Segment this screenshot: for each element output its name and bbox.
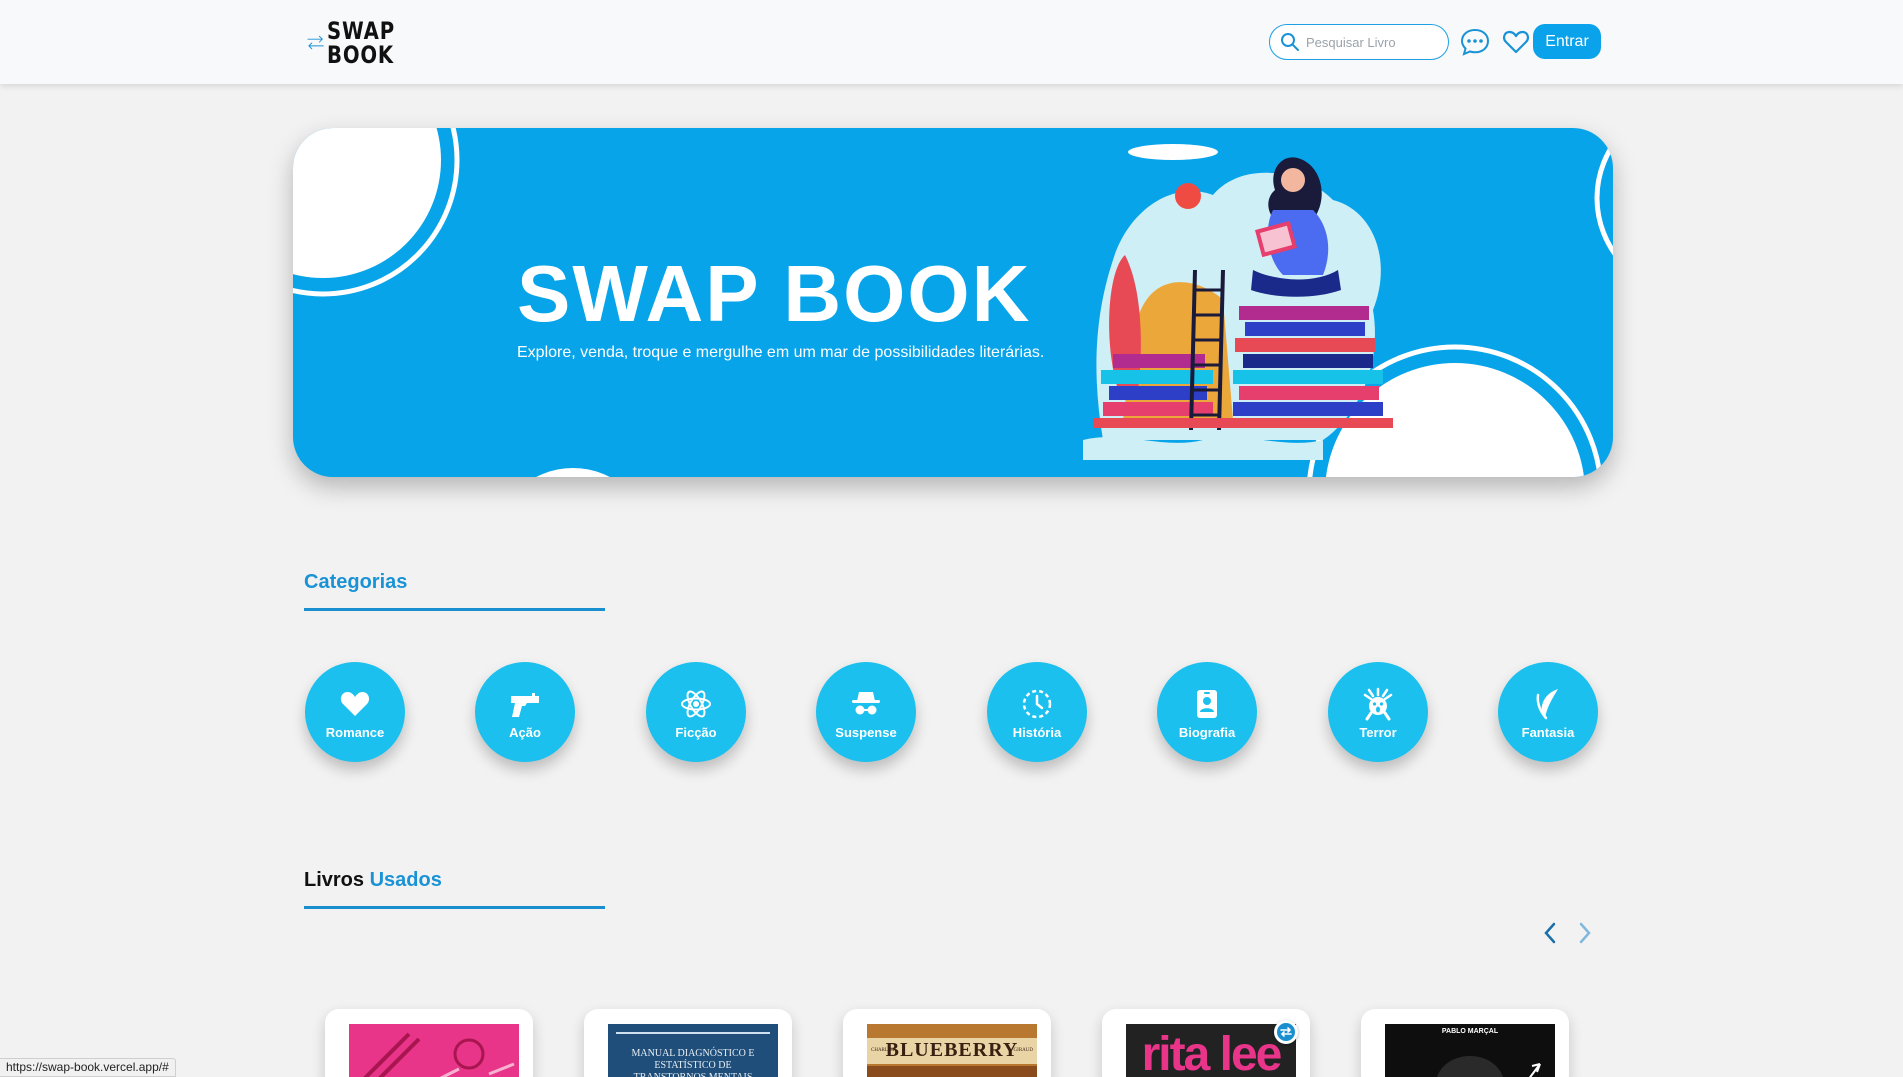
book-cover-title: MANUAL DIAGNÓSTICO E ESTATÍSTICO DE TRAN… [631,1048,755,1077]
chat-button[interactable] [1458,26,1492,58]
swap-arrows-icon [307,35,324,50]
atom-icon [681,690,711,717]
favorites-button[interactable] [1499,26,1533,58]
used-books-title: Livros Usados [304,869,442,892]
category-label: Fantasia [1521,724,1575,740]
book-cover: PABLO MARÇAL [1385,1024,1555,1077]
category-label: Biografia [1178,724,1236,740]
cover-art [363,1032,515,1077]
carousel-prev-button[interactable] [1538,920,1562,946]
book-cover-author-left: CHARLIER [871,1048,896,1053]
used-books-title-part2: Usados [369,869,442,891]
book-cover-title: rita lee [1141,1028,1283,1077]
category-historia[interactable]: História [987,662,1087,762]
book-card[interactable]: rita lee [1102,1009,1310,1077]
category-label: Ação [509,724,541,740]
banner-subtitle: Explore, venda, troque e mergulhe em um … [517,344,1045,361]
swap-icon [1277,1023,1295,1041]
cover-rule [616,1032,770,1034]
cover-art [1437,1056,1541,1077]
book-card[interactable]: BLUEBERRY CHARLIER GIRAUD [843,1009,1051,1077]
gun-icon [511,692,539,717]
category-label: Terror [1359,724,1397,740]
categories-title: Categorias [304,571,408,593]
category-label: Romance [325,724,385,740]
categories-underline [304,608,605,611]
category-terror[interactable]: Terror [1328,662,1428,762]
banner-title: SWAP BOOK [517,249,1032,338]
category-label: Ficção [675,724,717,740]
category-fantasia[interactable]: Fantasia [1498,662,1598,762]
logo-line-1: SWAP [327,17,396,45]
book-cover: MANUAL DIAGNÓSTICO E ESTATÍSTICO DE TRAN… [608,1024,778,1077]
used-books-underline [304,906,605,909]
feather-icon [1536,688,1558,719]
book-cover-author-right: GIRAUD [1013,1048,1033,1053]
logo-line-2: BOOK [327,41,395,69]
swap-badge[interactable] [1274,1020,1298,1044]
category-suspense[interactable]: Suspense [816,662,916,762]
category-biografia[interactable]: Biografia [1157,662,1257,762]
chevron-right-icon [1579,922,1591,944]
logo-wordmark: SWAP BOOK [327,19,395,67]
book-cover: rita lee [1126,1024,1296,1077]
top-navbar: SWAP BOOK Entrar [0,0,1903,84]
search-bar[interactable] [1269,24,1449,60]
hero-banner: SWAP BOOK Explore, venda, troque e mergu… [293,128,1613,477]
history-clock-icon [1022,689,1052,718]
chevron-left-icon [1544,922,1556,944]
swap-book-logo[interactable]: SWAP BOOK [306,18,410,68]
used-books-title-part1: Livros [304,869,365,891]
reading-woman-illustration [1083,144,1393,460]
category-romance[interactable]: Romance [305,662,405,762]
search-icon[interactable] [1280,32,1300,52]
search-input[interactable] [1306,34,1436,50]
carousel-next-button[interactable] [1573,920,1597,946]
category-acao[interactable]: Ação [475,662,575,762]
category-label: Suspense [835,724,897,740]
book-cover [349,1024,519,1077]
category-label: História [1012,724,1062,740]
scream-icon [1363,687,1393,720]
spy-icon [852,691,880,714]
browser-status-bar: https://swap-book.vercel.app/# [0,1058,176,1077]
book-card[interactable]: PABLO MARÇAL [1361,1009,1569,1077]
book-card[interactable]: MANUAL DIAGNÓSTICO E ESTATÍSTICO DE TRAN… [584,1009,792,1077]
id-badge-icon [1197,689,1217,718]
book-card[interactable] [325,1009,533,1077]
book-cover: BLUEBERRY CHARLIER GIRAUD [867,1024,1037,1077]
login-button[interactable]: Entrar [1533,24,1601,59]
category-ficcao[interactable]: Ficção [646,662,746,762]
heart-icon [340,691,370,716]
chat-icon [1460,28,1490,56]
heart-icon [1503,30,1529,54]
cover-art [867,1066,1037,1077]
